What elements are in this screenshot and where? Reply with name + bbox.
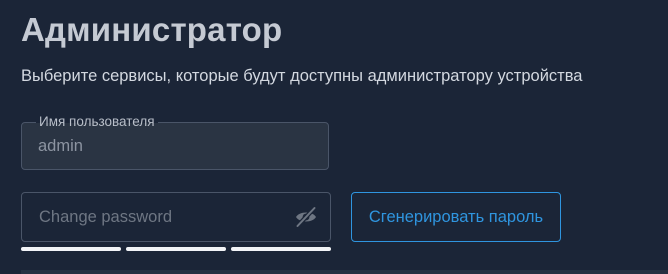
password-strength-segment-3 xyxy=(231,247,331,251)
username-label: Имя пользователя xyxy=(36,113,158,131)
password-strength-segment-2 xyxy=(126,247,226,251)
section-divider xyxy=(21,270,668,274)
page-title: Администратор xyxy=(21,11,283,48)
password-strength-segment-1 xyxy=(21,247,121,251)
username-value[interactable]: admin xyxy=(38,137,83,156)
page-subtitle: Выберите сервисы, которые будут доступны… xyxy=(21,67,583,85)
username-field[interactable]: Имя пользователя admin xyxy=(21,113,329,170)
password-field[interactable] xyxy=(21,192,331,242)
password-input[interactable] xyxy=(22,193,282,241)
generate-password-button[interactable]: Сгенерировать пароль xyxy=(351,192,561,242)
eye-off-icon[interactable] xyxy=(294,206,318,228)
